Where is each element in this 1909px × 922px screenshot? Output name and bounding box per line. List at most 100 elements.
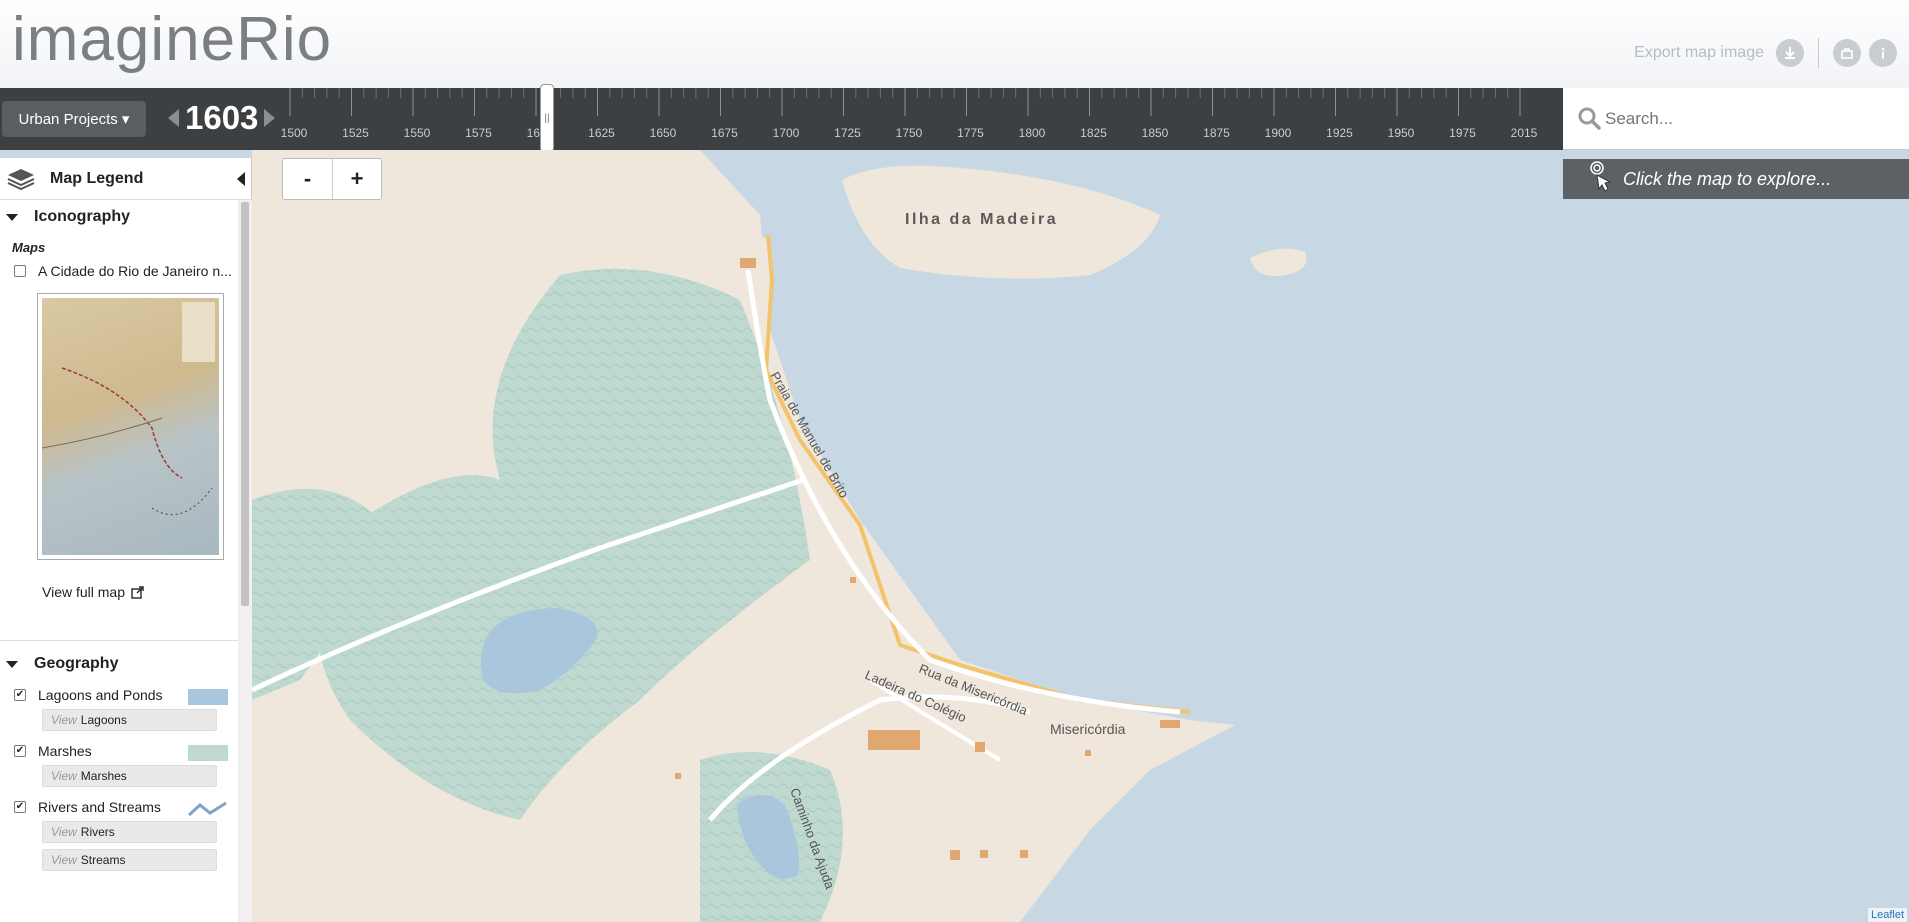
layers-icon bbox=[7, 168, 35, 190]
year-prev-icon[interactable] bbox=[168, 109, 179, 127]
timeline-tick-label: 1550 bbox=[404, 126, 431, 140]
legend-header[interactable]: Map Legend bbox=[0, 158, 251, 200]
timeline-tick-label: 1750 bbox=[896, 126, 923, 140]
layer-label: Lagoons and Ponds bbox=[38, 687, 163, 703]
search-input[interactable] bbox=[1605, 102, 1895, 136]
building bbox=[1085, 750, 1091, 756]
timeline-tick-label: 1875 bbox=[1203, 126, 1230, 140]
zoom-control: - + bbox=[282, 158, 382, 200]
year-next-icon[interactable] bbox=[264, 109, 276, 127]
layer-label: Marshes bbox=[38, 743, 92, 759]
explore-banner: Click the map to explore... bbox=[1563, 159, 1909, 199]
building bbox=[1020, 850, 1028, 858]
layer-label: Rivers and Streams bbox=[38, 799, 161, 815]
view-rivers-button[interactable]: View Rivers bbox=[42, 821, 217, 843]
zoom-in-button[interactable]: + bbox=[332, 159, 381, 199]
timeline-tick-label: 1525 bbox=[342, 126, 369, 140]
legend-scrollbar[interactable] bbox=[238, 200, 252, 922]
building bbox=[850, 577, 856, 583]
rivers-swatch bbox=[188, 801, 227, 817]
map-thumbnail-image bbox=[42, 298, 219, 555]
zoom-out-button[interactable]: - bbox=[283, 159, 332, 199]
maps-subheading: Maps bbox=[12, 240, 46, 255]
view-target: Marshes bbox=[80, 769, 127, 783]
view-prefix: View bbox=[51, 853, 77, 867]
rivers-checkbox[interactable]: ✔ bbox=[14, 801, 26, 813]
building bbox=[975, 742, 985, 752]
map-item-label[interactable]: A Cidade do Rio de Janeiro n... bbox=[38, 263, 232, 279]
timeline-tick-label: 1925 bbox=[1326, 126, 1353, 140]
view-prefix: View bbox=[51, 713, 77, 727]
building bbox=[950, 850, 960, 860]
lagoons-checkbox[interactable]: ✔ bbox=[14, 689, 26, 701]
urban-projects-label: Urban Projects ▾ bbox=[18, 111, 130, 128]
marshes-swatch bbox=[188, 745, 228, 761]
view-full-map-link[interactable]: View full map bbox=[0, 560, 238, 600]
iconography-heading[interactable]: Iconography bbox=[0, 200, 238, 234]
map-svg: Ilha da Madeira Praia de Manuel de Brito… bbox=[252, 150, 1909, 922]
scrollbar-thumb[interactable] bbox=[241, 202, 249, 606]
external-link-icon bbox=[131, 585, 144, 599]
timeline-tick-label: 2015 bbox=[1511, 126, 1538, 140]
export-map-label[interactable]: Export map image bbox=[1634, 44, 1764, 62]
marshes-checkbox[interactable]: ✔ bbox=[14, 745, 26, 757]
geography-label: Geography bbox=[34, 655, 119, 672]
caret-down-icon bbox=[6, 213, 18, 221]
share-icon[interactable] bbox=[1833, 39, 1861, 67]
map-legend-panel: Map Legend Iconography Maps A Cidade do … bbox=[0, 158, 252, 922]
view-lagoons-button[interactable]: View Lagoons bbox=[42, 709, 217, 731]
timeline-handle[interactable]: || bbox=[540, 84, 554, 152]
view-target: Rivers bbox=[80, 825, 115, 839]
download-icon[interactable] bbox=[1776, 39, 1804, 67]
header-divider bbox=[1818, 38, 1819, 68]
timeline-tick-label: 1575 bbox=[465, 126, 492, 140]
probe-icon bbox=[1563, 159, 1623, 199]
view-target: Lagoons bbox=[80, 713, 127, 727]
timeline-tick-label: 1650 bbox=[650, 126, 677, 140]
legend-title: Map Legend bbox=[50, 169, 144, 187]
view-streams-button[interactable]: View Streams bbox=[42, 849, 217, 871]
map-canvas[interactable]: Ilha da Madeira Praia de Manuel de Brito… bbox=[252, 150, 1909, 922]
urban-projects-dropdown[interactable]: Urban Projects ▾ bbox=[2, 101, 146, 137]
map-item-row[interactable]: A Cidade do Rio de Janeiro n... bbox=[0, 257, 238, 285]
layer-rivers-row[interactable]: ✔ Rivers and Streams bbox=[0, 793, 238, 821]
view-prefix: View bbox=[51, 825, 77, 839]
timeline-tick-label: 1675 bbox=[711, 126, 738, 140]
building bbox=[675, 773, 681, 779]
year-control: 1603 bbox=[168, 99, 276, 137]
app-logo[interactable]: imagineRio bbox=[12, 4, 332, 75]
view-marshes-button[interactable]: View Marshes bbox=[42, 765, 217, 787]
timeline-tick-label: 1700 bbox=[773, 126, 800, 140]
map-thumbnail[interactable] bbox=[37, 293, 224, 560]
leaflet-attribution[interactable]: Leaflet bbox=[1867, 908, 1907, 922]
geography-heading[interactable]: Geography bbox=[0, 647, 238, 681]
search-bar bbox=[1563, 88, 1909, 150]
explore-text: Click the map to explore... bbox=[1623, 168, 1832, 189]
handle-grip: || bbox=[544, 112, 550, 124]
collapse-legend-icon[interactable] bbox=[237, 172, 245, 186]
timeline-tick-label: 1500 bbox=[281, 126, 308, 140]
map-item-checkbox[interactable] bbox=[14, 265, 26, 277]
building bbox=[868, 730, 920, 750]
label-misericordia: Misericórdia bbox=[1050, 721, 1126, 737]
info-icon[interactable] bbox=[1869, 39, 1897, 67]
view-prefix: View bbox=[51, 769, 77, 783]
iconography-label: Iconography bbox=[34, 208, 131, 225]
building bbox=[980, 850, 988, 858]
layer-lagoons-row[interactable]: ✔ Lagoons and Ponds bbox=[0, 681, 238, 709]
timeline-tick-label: 1775 bbox=[957, 126, 984, 140]
building bbox=[1160, 720, 1180, 728]
header-tools: Export map image bbox=[1634, 38, 1897, 68]
timeline-tick-label: 1825 bbox=[1080, 126, 1107, 140]
timeline-tick-label: 1725 bbox=[834, 126, 861, 140]
building bbox=[740, 258, 756, 268]
legend-content[interactable]: Iconography Maps A Cidade do Rio de Jane… bbox=[0, 200, 238, 922]
label-ilha-madeira: Ilha da Madeira bbox=[905, 211, 1058, 228]
search-icon bbox=[1578, 107, 1601, 130]
section-divider bbox=[0, 640, 238, 641]
timeline-tick-label: 1850 bbox=[1142, 126, 1169, 140]
timeline-tick-label: 1975 bbox=[1449, 126, 1476, 140]
lagoons-swatch bbox=[188, 689, 228, 705]
layer-marshes-row[interactable]: ✔ Marshes bbox=[0, 737, 238, 765]
view-target: Streams bbox=[80, 853, 126, 867]
